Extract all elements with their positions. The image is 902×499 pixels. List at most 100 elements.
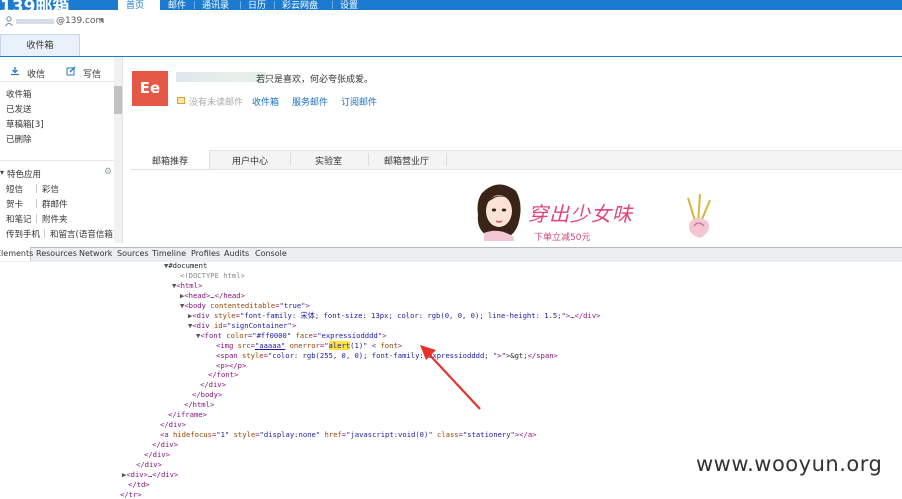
dom-tree-line[interactable]: </div>	[144, 450, 170, 459]
dom-token: style	[233, 430, 256, 440]
sidebar-divider	[0, 81, 114, 82]
dom-token: color	[226, 330, 248, 340]
receive-button[interactable]: 收信	[27, 67, 45, 80]
gear-icon[interactable]: ⚙	[104, 167, 112, 177]
chevron-down-icon[interactable]: ▾	[100, 16, 104, 25]
dom-token: </p>	[228, 360, 247, 370]
dom-tree-line[interactable]: ▼<div id="signContainer">	[188, 321, 296, 330]
promo-tab-recommend[interactable]: 邮箱推荐	[152, 154, 188, 167]
devtools-tab-console[interactable]: Console	[255, 249, 287, 258]
dom-tree-line[interactable]: ▶<head>…</head>	[180, 291, 245, 300]
feature-mms[interactable]: 彩信	[42, 183, 59, 195]
user-signature: 若只是喜欢，何必夸张成爱。	[256, 75, 374, 85]
dom-tree-line[interactable]: </font>	[208, 370, 238, 379]
link-subscription-mail[interactable]: 订阅邮件	[341, 95, 377, 108]
nav-item-calendar[interactable]: 日历	[248, 0, 266, 10]
sidebar-divider	[0, 160, 114, 161]
devtools-tab-timeline[interactable]: Timeline	[152, 249, 186, 258]
feature-card[interactable]: 贺卡	[6, 198, 23, 210]
dom-tree-line[interactable]: </div>	[136, 460, 162, 469]
link-inbox[interactable]: 收件箱	[252, 95, 279, 108]
separator	[36, 199, 37, 208]
dom-token: <div	[192, 310, 214, 320]
dom-tree-line[interactable]: </div>	[160, 420, 186, 429]
dom-tree-line[interactable]: </body>	[192, 390, 222, 399]
feature-to-phone[interactable]: 传到手机	[6, 228, 40, 240]
dom-tree-line[interactable]: </div>	[200, 380, 226, 389]
dom-token: <font	[200, 330, 227, 340]
feature-group-mail[interactable]: 群邮件	[42, 198, 68, 210]
separator	[368, 153, 369, 166]
separator	[36, 184, 37, 193]
dom-tree-line[interactable]: <!DOCTYPE html>	[180, 271, 245, 280]
nav-item-disk[interactable]: 彩云网盘	[282, 0, 318, 10]
banner-girl-illustration[interactable]	[472, 181, 524, 241]
devtools-tab-network[interactable]: Network	[79, 249, 112, 258]
chevron-down-icon[interactable]: ▾	[0, 168, 4, 177]
top-nav-bar: 139邮箱 首页 邮件 通讯录 日历 彩云网盘 设置	[0, 0, 902, 10]
dom-token: </div>	[152, 440, 178, 450]
devtools-tab-resources[interactable]: Resources	[36, 249, 77, 258]
nav-item-mail[interactable]: 邮件	[168, 0, 186, 10]
feature-sms[interactable]: 短信	[6, 183, 23, 195]
dom-tree-line[interactable]: <span style="color: rgb(255, 0, 0); font…	[216, 351, 558, 360]
dom-tree-line[interactable]: </html>	[184, 400, 214, 409]
nav-item-settings[interactable]: 设置	[340, 0, 358, 10]
banner-subtitle[interactable]: 下单立减50元	[534, 230, 590, 243]
dom-tree-line[interactable]: <img src="aaaaa" onerror="alert(1)" < fo…	[216, 340, 402, 350]
sidebar-border	[122, 57, 123, 243]
dom-token: class	[436, 430, 459, 440]
tab-inbox[interactable]: 收件箱	[0, 34, 80, 56]
feature-attachments[interactable]: 附件夹	[42, 213, 68, 225]
promo-tab-lab[interactable]: 实验室	[315, 154, 342, 167]
dom-token: alert	[328, 340, 351, 350]
sidebar-item-trash[interactable]: 已删除	[6, 133, 32, 145]
feature-voicemail[interactable]: 和留言(语音信箱)	[50, 228, 116, 240]
dom-token: style	[213, 310, 236, 320]
sidebar-item-drafts[interactable]: 草稿箱[3]	[6, 118, 44, 130]
dom-tree-line[interactable]: </td>	[128, 480, 150, 489]
dom-tree-line[interactable]: </iframe>	[168, 410, 207, 419]
separator	[44, 229, 45, 238]
sidebar-item-sent[interactable]: 已发送	[6, 103, 32, 115]
dom-token: "#ff0000"	[252, 330, 292, 340]
promo-tab-user-center[interactable]: 用户中心	[232, 154, 268, 167]
dom-tree-line[interactable]: ▶<div style="font-family: 宋体; font-size:…	[188, 311, 601, 321]
features-title[interactable]: 特色应用	[7, 168, 41, 180]
dom-token: </span>	[527, 350, 558, 360]
devtools-tab-sources[interactable]: Sources	[117, 249, 149, 258]
devtools-tab-profiles[interactable]: Profiles	[191, 249, 220, 258]
promo-tab-business-hall[interactable]: 邮箱营业厅	[384, 154, 429, 167]
dom-tree-line[interactable]: ▼<html>	[172, 281, 202, 290]
account-name-redacted	[16, 19, 54, 24]
devtools-tab-elements[interactable]: Elements	[0, 249, 33, 258]
banner-title[interactable]: 穿出少女味	[528, 198, 633, 227]
feature-notes[interactable]: 和笔记	[6, 213, 32, 225]
dom-token: href	[324, 430, 342, 440]
dom-tree-line[interactable]: <a hidefocus="1" style="display:none" hr…	[160, 430, 537, 439]
sidebar-item-inbox[interactable]: 收件箱	[6, 88, 32, 100]
red-arrow-annotation	[420, 345, 481, 410]
account-domain[interactable]: @139.com	[56, 16, 104, 26]
banner-flower-illustration	[687, 193, 711, 238]
devtools-tab-audits[interactable]: Audits	[224, 249, 249, 258]
dom-tree-line[interactable]: ▼<body contenteditable="true">	[180, 301, 310, 310]
sidebar-scrollbar-thumb[interactable]	[114, 86, 122, 114]
dom-tree-line[interactable]: ▼<font color="#ff0000" face="expressiodd…	[196, 331, 386, 340]
sidebar-scrollbar[interactable]	[114, 57, 122, 243]
nav-item-home[interactable]: 首页	[126, 0, 144, 10]
dom-tree-line[interactable]: </div>	[152, 440, 178, 449]
dom-token: (1)"	[350, 340, 368, 350]
compose-button[interactable]: 写信	[83, 67, 101, 80]
dom-token: </head>	[214, 290, 245, 300]
nav-item-contacts[interactable]: 通讯录	[202, 0, 229, 10]
link-service-mail[interactable]: 服务邮件	[292, 95, 328, 108]
dom-tree-line[interactable]: <p></p>	[216, 361, 246, 370]
dom-tree-line[interactable]: ▼#document	[164, 261, 207, 270]
dom-token: <a	[160, 430, 173, 440]
dom-token: </div>	[200, 380, 226, 390]
dom-token: </html>	[184, 400, 215, 410]
dom-token: <div	[192, 320, 214, 330]
dom-tree-line[interactable]: ▶<div>…</div>	[122, 470, 178, 479]
dom-tree-line[interactable]: </tr>	[120, 490, 142, 499]
